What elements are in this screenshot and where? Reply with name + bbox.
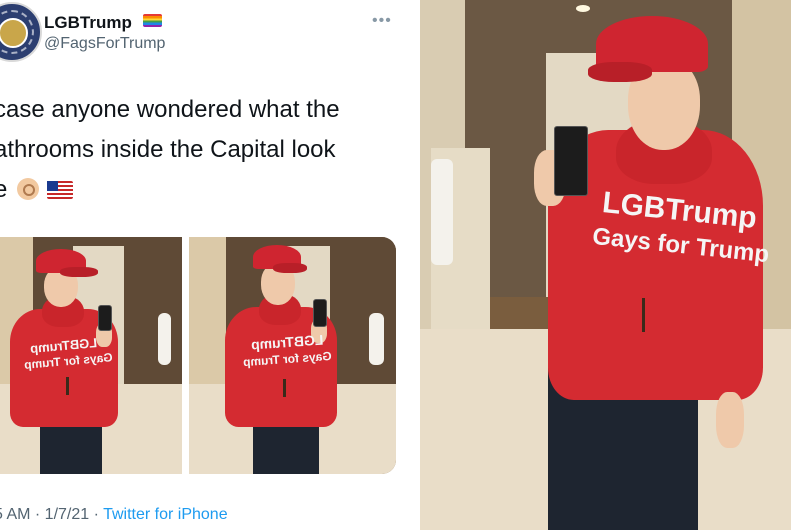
avatar[interactable] [0,2,42,62]
rosary-cross [66,377,69,395]
ok-hand-icon [17,178,40,200]
more-icon[interactable]: ••• [372,12,392,30]
tweet-text-line: athrooms inside the Capital look [0,136,336,163]
cap-brim [588,62,652,82]
display-name[interactable]: LGBTrump [44,13,132,33]
timestamp-text[interactable]: 5 AM · 1/7/21 · [0,506,103,523]
rosary-cross [283,379,286,397]
source-link[interactable]: Twitter for iPhone [103,506,228,523]
tweet-text-line: case anyone wondered what the [0,96,340,123]
jeans [40,419,102,474]
tweet-text-fragment: e [0,176,8,203]
user-handle[interactable]: @FagsForTrump [44,35,165,53]
bathroom-selfie-image: LGBTrump Gays for Trump [189,237,396,474]
urinal [369,312,384,365]
tweet-text: case anyone wondered what the athrooms i… [0,90,414,210]
tweet-image-1[interactable]: LGBTrump Gays for Trump [0,237,182,474]
tweet-timestamp: 5 AM · 1/7/21 · Twitter for iPhone [0,506,228,524]
urinal [431,159,454,265]
large-bathroom-selfie-photo: LGBTrump Gays for Trump [420,0,791,530]
cap-brim [60,267,98,277]
phone [98,305,112,331]
rainbow-flag-icon [143,14,162,27]
hand [716,392,744,448]
jeans [253,419,319,474]
tweet-image-2[interactable]: LGBTrump Gays for Trump [189,237,396,474]
cap-brim [273,263,307,273]
phone [554,126,588,196]
rosary-cross [642,298,645,332]
phone [313,299,327,327]
tweet-text-line-last: e [0,170,414,210]
us-flag-icon [47,181,74,199]
tweet-card: LGBTrump @FagsForTrump ••• case anyone w… [0,0,420,530]
bathroom-selfie-image: LGBTrump Gays for Trump [0,237,182,474]
wall-panel [189,237,227,403]
urinal [158,312,172,365]
